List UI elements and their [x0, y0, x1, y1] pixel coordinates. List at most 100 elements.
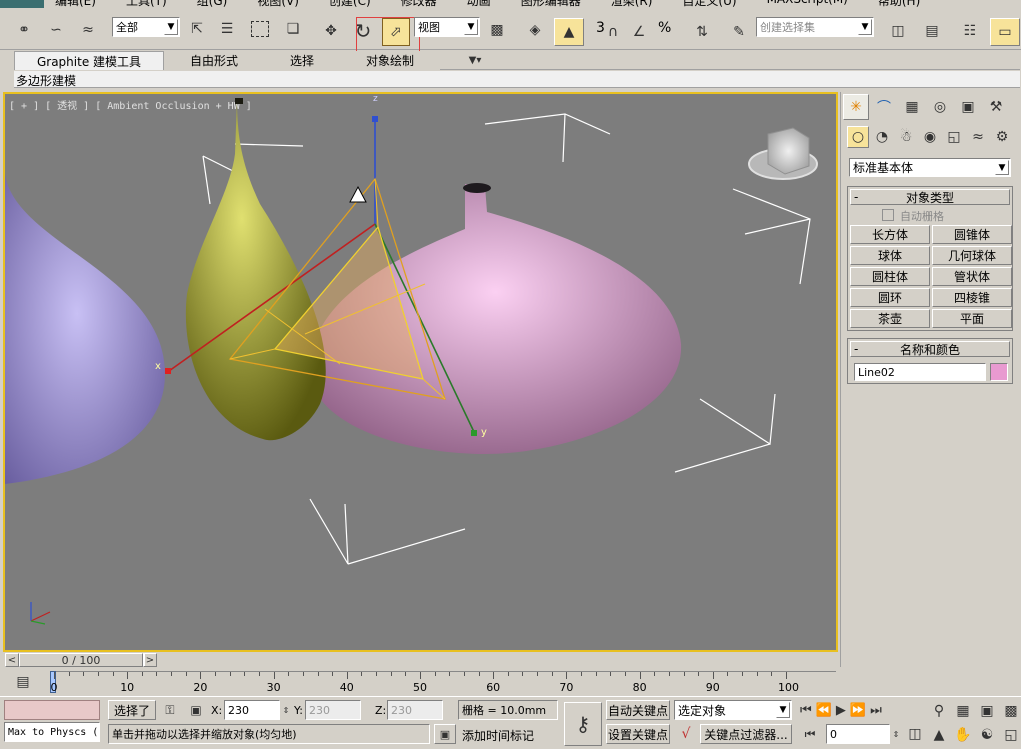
frame-spinner[interactable]: ⇕	[891, 724, 901, 744]
edit-named-sets-icon[interactable]: ✎	[726, 18, 752, 46]
goto-end-icon[interactable]: ⏭	[870, 703, 882, 718]
menu-item[interactable]: 帮助(H)	[878, 0, 920, 8]
select-manipulate-icon[interactable]: ◈	[522, 18, 548, 42]
rollout-name-color-header[interactable]: - 名称和颜色	[850, 341, 1010, 357]
motion-tab-icon[interactable]: ◎	[927, 94, 953, 120]
reference-coord-dropdown[interactable]: 视图 ▼	[414, 17, 480, 37]
bind-spacewarp-icon[interactable]: ≈	[76, 18, 100, 42]
absolute-mode-icon[interactable]: ▣	[186, 701, 206, 719]
rollout-object-type-header[interactable]: - 对象类型	[850, 189, 1010, 205]
select-scale-icon[interactable]: ⬀	[382, 18, 410, 46]
app-logo[interactable]	[0, 0, 44, 8]
spacewarps-icon[interactable]: ≈	[967, 126, 989, 148]
menu-item[interactable]: 工具(T)	[126, 0, 167, 8]
x-coordinate-field[interactable]: 230	[224, 700, 280, 720]
zoom-extents-icon[interactable]: ▣	[976, 700, 998, 722]
primitive-button[interactable]: 四棱锥	[932, 288, 1012, 307]
menu-item[interactable]: 编辑(E)	[55, 0, 96, 8]
menu-item[interactable]: 自定义(U)	[682, 0, 736, 8]
percent-snap-label[interactable]: %	[658, 20, 671, 36]
zoom-extents-all-icon[interactable]: ▩	[1000, 700, 1021, 722]
object-color-swatch[interactable]	[990, 363, 1008, 381]
set-key-button[interactable]: 设置关键点	[606, 724, 670, 744]
menu-item[interactable]: 组(G)	[197, 0, 228, 8]
modify-tab-icon[interactable]: ⌒	[871, 94, 897, 120]
autogrid-checkbox[interactable]	[882, 209, 894, 221]
utilities-tab-icon[interactable]: ⚒	[983, 94, 1009, 120]
lock-icon[interactable]: ⚿	[162, 701, 178, 719]
next-frame-arrow[interactable]: >	[143, 653, 157, 667]
mirror-icon[interactable]: ◫	[884, 18, 912, 44]
key-icon[interactable]: ⚷	[564, 702, 602, 746]
link-icon[interactable]: ⚭	[12, 18, 36, 42]
y-coordinate-field[interactable]: 230	[305, 700, 361, 720]
object-name-field[interactable]: Line02	[854, 363, 986, 381]
systems-icon[interactable]: ⚙	[991, 126, 1013, 148]
default-in-out-tangent-icon[interactable]: √	[674, 724, 698, 744]
lights-icon[interactable]: ☃	[895, 126, 917, 148]
named-selection-dropdown[interactable]: 创建选择集 ▼	[756, 17, 874, 37]
orbit-icon[interactable]: ☯	[976, 724, 998, 746]
menu-item[interactable]: 图形编辑器	[521, 0, 581, 8]
pan-icon[interactable]: ✋	[952, 724, 974, 746]
select-by-name-icon[interactable]: ☰	[216, 18, 238, 40]
maxscript-listener[interactable]: Max to Physcs (	[4, 722, 100, 742]
time-config-icon[interactable]: ◫	[904, 724, 926, 744]
select-object-icon[interactable]: ⇱	[186, 18, 208, 40]
menu-item[interactable]: 动画	[467, 0, 491, 8]
prev-frame-arrow[interactable]: <	[5, 653, 19, 667]
primitive-button[interactable]: 管状体	[932, 267, 1012, 286]
next-key-icon[interactable]: ⏩	[850, 703, 866, 718]
shapes-icon[interactable]: ◔	[871, 126, 893, 148]
z-coordinate-field[interactable]: 230	[387, 700, 443, 720]
layer-manager-icon[interactable]: ☷	[956, 18, 984, 44]
menu-item[interactable]: 视图(V)	[257, 0, 299, 8]
primitive-button[interactable]: 平面	[932, 309, 1012, 328]
primitive-button[interactable]: 几何球体	[932, 246, 1012, 265]
graphite-toggle-icon[interactable]: ▭	[990, 18, 1020, 46]
key-filters-button[interactable]: 关键点过滤器...	[700, 724, 792, 744]
unlink-icon[interactable]: ∽	[44, 18, 68, 42]
time-slider[interactable]: 0 / 100	[19, 653, 143, 667]
key-mode-toggle-icon[interactable]: ⏮	[800, 724, 820, 744]
primitive-button[interactable]: 圆锥体	[932, 225, 1012, 244]
window-crossing-icon[interactable]: ❏	[282, 18, 304, 40]
prev-key-icon[interactable]: ⏪	[816, 703, 832, 718]
tab-object-paint[interactable]: 对象绘制	[340, 51, 440, 70]
select-move-icon[interactable]: ✥	[318, 18, 344, 44]
menu-item[interactable]: MAXScript(M)	[767, 0, 848, 8]
menu-item[interactable]: 修改器	[401, 0, 437, 8]
maximize-viewport-icon[interactable]: ◱	[1000, 724, 1021, 746]
subtab-poly-modeling[interactable]: 多边形建模	[16, 72, 76, 89]
goto-start-icon[interactable]: ⏮	[800, 703, 812, 718]
view-cube-icon[interactable]	[748, 127, 818, 180]
primitive-button[interactable]: 球体	[850, 246, 930, 265]
keyboard-shortcut-icon[interactable]: ▲	[554, 18, 584, 46]
rect-selection-icon[interactable]	[248, 18, 272, 40]
cameras-icon[interactable]: ◉	[919, 126, 941, 148]
zoom-icon[interactable]: ⚲	[928, 700, 950, 722]
tab-selection[interactable]: 选择	[264, 51, 340, 70]
spinner-snap-icon[interactable]: ⇅	[690, 20, 714, 44]
field-of-view-icon[interactable]: ▲	[928, 724, 950, 746]
add-time-tag[interactable]: 添加时间标记	[462, 727, 534, 744]
menu-item[interactable]: 创建(C)	[329, 0, 371, 8]
x-spinner[interactable]: ⇕	[281, 700, 291, 720]
hierarchy-tab-icon[interactable]: ▦	[899, 94, 925, 120]
viewport-perspective[interactable]: [ + ] [ 透视 ] [ Ambient Occlusion + HW ] …	[3, 92, 838, 652]
selection-filter-dropdown[interactable]: 全部 ▼	[112, 17, 180, 37]
current-frame-field[interactable]: 0	[826, 724, 890, 744]
tab-freeform[interactable]: 自由形式	[164, 51, 264, 70]
primitive-button[interactable]: 圆柱体	[850, 267, 930, 286]
primitive-button[interactable]: 长方体	[850, 225, 930, 244]
key-mode-dropdown[interactable]: 选定对象 ▼	[674, 700, 792, 720]
time-tag-icon[interactable]: ▣	[434, 724, 456, 744]
primitive-button[interactable]: 茶壶	[850, 309, 930, 328]
pivot-center-icon[interactable]: ▩	[484, 18, 510, 42]
geometry-icon[interactable]: ○	[847, 126, 869, 148]
play-icon[interactable]: ▶	[836, 703, 846, 718]
align-icon[interactable]: ▤	[918, 18, 946, 44]
create-tab-icon[interactable]: ✳	[843, 94, 869, 120]
display-tab-icon[interactable]: ▣	[955, 94, 981, 120]
angle-snap-icon[interactable]: ∠	[626, 20, 652, 44]
